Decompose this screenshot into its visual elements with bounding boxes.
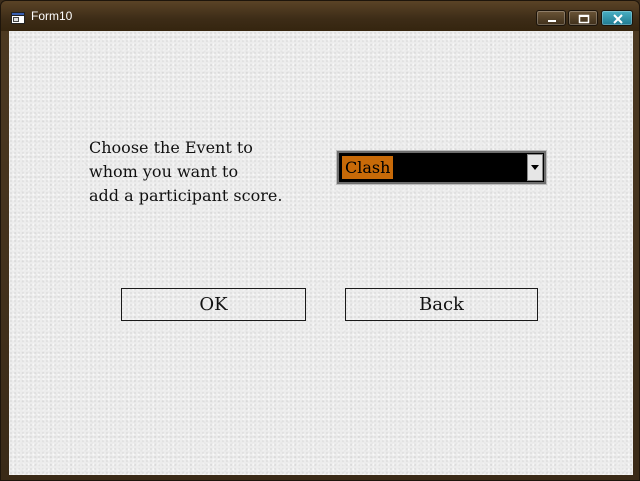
prompt-line-3: add a participant score. — [89, 186, 283, 205]
prompt-line-1: Choose the Event to — [89, 138, 253, 157]
ok-button[interactable]: OK — [121, 288, 306, 321]
event-select[interactable]: Clash — [336, 150, 547, 185]
form-client-area: Choose the Event to whom you want to add… — [9, 31, 633, 475]
chevron-down-icon — [531, 165, 539, 170]
event-prompt-label: Choose the Event to whom you want to add… — [89, 136, 299, 208]
event-select-dropdown-button[interactable] — [527, 154, 543, 181]
form-window-icon — [11, 11, 25, 24]
minimize-button[interactable] — [536, 10, 566, 26]
window-title: Form10 — [31, 9, 73, 23]
prompt-line-2: whom you want to — [89, 162, 239, 181]
maximize-button[interactable] — [568, 10, 598, 26]
maximize-icon — [578, 14, 590, 24]
back-button[interactable]: Back — [345, 288, 538, 321]
form10-window: Form10 Choose the Event to whom you want… — [0, 0, 640, 481]
minimize-icon — [548, 20, 556, 22]
close-icon — [613, 14, 623, 24]
event-select-value: Clash — [342, 156, 394, 179]
title-bar[interactable]: Form10 — [1, 1, 639, 31]
close-button[interactable] — [601, 10, 633, 26]
